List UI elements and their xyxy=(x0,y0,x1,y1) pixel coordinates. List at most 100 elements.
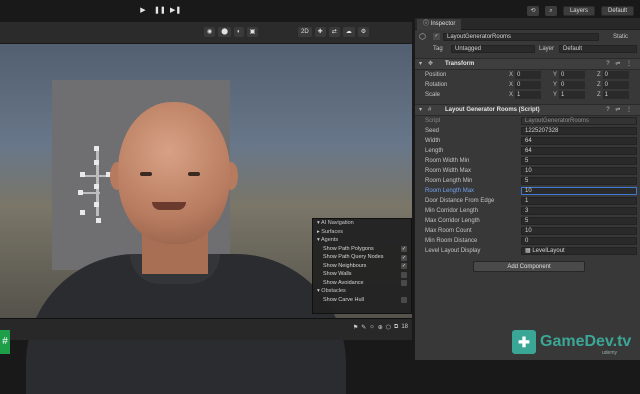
scale-label: Scale xyxy=(425,92,441,98)
show-path-polygons-row[interactable]: Show Path Polygons ✓ xyxy=(313,245,411,254)
tag-dropdown[interactable]: Untagged xyxy=(451,45,535,53)
history-icon[interactable]: ⟲ xyxy=(526,6,539,16)
presenter-eye xyxy=(140,172,152,176)
max-room-count-field[interactable]: 10 xyxy=(521,227,637,235)
max-corridor-length-field[interactable]: 5 xyxy=(521,217,637,225)
script-icon: # xyxy=(428,107,432,113)
rotation-label: Rotation xyxy=(425,82,448,88)
component-menu-icon[interactable]: ? ⇌ ⋮ xyxy=(606,105,634,116)
draw-mode-icon[interactable]: ◉ xyxy=(204,27,216,37)
checkbox-unchecked[interactable] xyxy=(401,297,407,303)
tab-inspector[interactable]: ⓘ Inspector xyxy=(417,19,462,30)
shaded-icon[interactable]: ⬤ xyxy=(218,27,231,37)
checkbox-checked[interactable]: ✓ xyxy=(401,263,407,269)
field-row: Room Length Max 10 xyxy=(415,186,640,196)
scale-x[interactable]: X1 xyxy=(509,91,543,99)
room-length-min-field[interactable]: 5 xyxy=(521,177,637,185)
gizmo-icon[interactable]: ✚ xyxy=(314,27,326,37)
min-room-distance-label: Min Room Distance xyxy=(425,238,478,244)
checkbox-unchecked[interactable] xyxy=(401,280,407,286)
component-menu-icon[interactable]: ? ⇌ ⋮ xyxy=(606,59,634,70)
chevron-down-icon[interactable]: ▾ xyxy=(419,59,422,70)
udemy-text: udemy xyxy=(602,350,618,356)
show-neighbours-row[interactable]: Show Neighbours ✓ xyxy=(313,262,411,271)
chevron-down-icon[interactable]: ▾ xyxy=(419,105,422,116)
layer-dropdown[interactable]: Default xyxy=(559,45,637,53)
min-room-distance-field[interactable]: 0 xyxy=(521,237,637,245)
active-checkbox[interactable]: ✓ xyxy=(433,33,440,40)
door-distance-label: Door Distance From Edge xyxy=(425,198,495,204)
show-path-query-nodes-row[interactable]: Show Path Query Nodes ✓ xyxy=(313,253,411,262)
scale-y[interactable]: Y1 xyxy=(553,91,587,99)
ai-navigation-title[interactable]: ▾ AI Navigation xyxy=(313,219,411,228)
layout-room xyxy=(78,190,83,195)
max-room-count-label: Max Room Count xyxy=(425,228,472,234)
pause-icon[interactable]: ❚❚ xyxy=(154,6,166,16)
mode-2d-button[interactable]: 2D xyxy=(298,27,312,37)
search-icon[interactable]: ⌕ xyxy=(544,6,557,16)
rotation-y[interactable]: Y0 xyxy=(553,81,587,89)
audio-icon[interactable]: ⇄ xyxy=(328,27,340,37)
door-distance-field[interactable]: 1 xyxy=(521,197,637,205)
room-width-max-field[interactable]: 10 xyxy=(521,167,637,175)
layout-room xyxy=(94,160,99,165)
presenter-mouth xyxy=(152,202,186,210)
play-controls: ▶ ❚❚ ▶❚ xyxy=(138,6,181,16)
checkbox-checked[interactable]: ✓ xyxy=(401,254,407,261)
script-component-title: Layout Generator Rooms (Script) xyxy=(445,107,540,113)
play-icon[interactable]: ▶ xyxy=(138,6,148,16)
layers-dropdown[interactable]: Layers xyxy=(562,6,595,16)
length-field[interactable]: 64 xyxy=(521,147,637,155)
room-length-max-field[interactable]: 10 xyxy=(521,187,637,195)
field-row: Width 64 xyxy=(415,136,640,146)
rotation-z[interactable]: Z0 xyxy=(597,81,631,89)
layout-dropdown[interactable]: Default xyxy=(600,6,634,16)
show-walls-row[interactable]: Show Walls xyxy=(313,270,411,279)
position-y[interactable]: Y0 xyxy=(553,71,587,79)
surfaces-foldout[interactable]: ▸ Surfaces xyxy=(313,228,411,237)
field-row: Room Length Min 5 xyxy=(415,176,640,186)
step-icon[interactable]: ▶❚ xyxy=(170,6,181,16)
layout-room xyxy=(94,202,99,207)
position-row: Position X0 Y0 Z0 xyxy=(415,70,640,80)
layout-room xyxy=(94,146,99,151)
settings-icon[interactable]: ⚙ xyxy=(357,27,370,37)
show-carve-hull-row[interactable]: Show Carve Hull xyxy=(313,296,411,305)
level-layout-display-field[interactable]: ▦ LevelLayout xyxy=(521,247,637,255)
static-toggle[interactable]: Static xyxy=(613,30,628,44)
hex-icon[interactable]: ⬡ xyxy=(386,324,391,331)
field-row: Room Width Min 5 xyxy=(415,156,640,166)
seed-field[interactable]: 1225207328 xyxy=(521,127,637,135)
target-icon[interactable]: ⊕ xyxy=(378,324,383,331)
effects-icon[interactable]: ☁ xyxy=(342,27,355,37)
scene-bottom-bar: ⚑ ✎ ☼ ⊕ ⬡ ⧉ 18 xyxy=(0,318,412,340)
position-x[interactable]: X0 xyxy=(509,71,543,79)
width-field[interactable]: 64 xyxy=(521,137,637,145)
light-icon[interactable]: ☼ xyxy=(369,324,375,331)
object-name-field[interactable]: LayoutGeneratorRooms xyxy=(443,33,599,41)
checkbox-unchecked[interactable] xyxy=(401,271,407,278)
ai-navigation-overlay[interactable]: ▾ AI Navigation ▸ Surfaces ▾ Agents Show… xyxy=(312,218,412,314)
agents-foldout[interactable]: ▾ Agents xyxy=(313,236,411,245)
add-component-button[interactable]: Add Component xyxy=(473,261,585,272)
field-row: Min Room Distance 0 xyxy=(415,236,640,246)
layers-icon[interactable]: ⧉ xyxy=(394,324,398,331)
scene-toolbar: ◉ ⬤ ◐ ▣ 2D ✚ ⇄ ☁ ⚙ xyxy=(0,22,412,44)
min-corridor-length-field[interactable]: 3 xyxy=(521,207,637,215)
transform-header[interactable]: ▾ ✥ Transform ? ⇌ ⋮ xyxy=(415,58,640,70)
brush-icon[interactable]: ✎ xyxy=(361,324,366,331)
render-icon[interactable]: ▣ xyxy=(246,27,259,37)
obstacles-foldout[interactable]: ▾ Obstacles xyxy=(313,287,411,296)
show-avoidance-row[interactable]: Show Avoidance xyxy=(313,279,411,288)
object-header: ⬡ ✓ LayoutGeneratorRooms Static xyxy=(415,30,640,44)
rotation-x[interactable]: X0 xyxy=(509,81,543,89)
length-label: Length xyxy=(425,148,444,154)
scale-z[interactable]: Z1 xyxy=(597,91,631,99)
scene-view[interactable]: ◉ ⬤ ◐ ▣ 2D ✚ ⇄ ☁ ⚙ ▾ AI Navigation ▸ Sur… xyxy=(0,22,412,394)
script-component-header[interactable]: ▾ # Layout Generator Rooms (Script) ? ⇌ … xyxy=(415,104,640,116)
flag-icon[interactable]: ⚑ xyxy=(353,324,358,331)
checkbox-checked[interactable]: ✓ xyxy=(401,246,407,252)
lighting-icon[interactable]: ◐ xyxy=(233,27,244,37)
position-z[interactable]: Z0 xyxy=(597,71,631,79)
room-width-min-field[interactable]: 5 xyxy=(521,157,637,165)
